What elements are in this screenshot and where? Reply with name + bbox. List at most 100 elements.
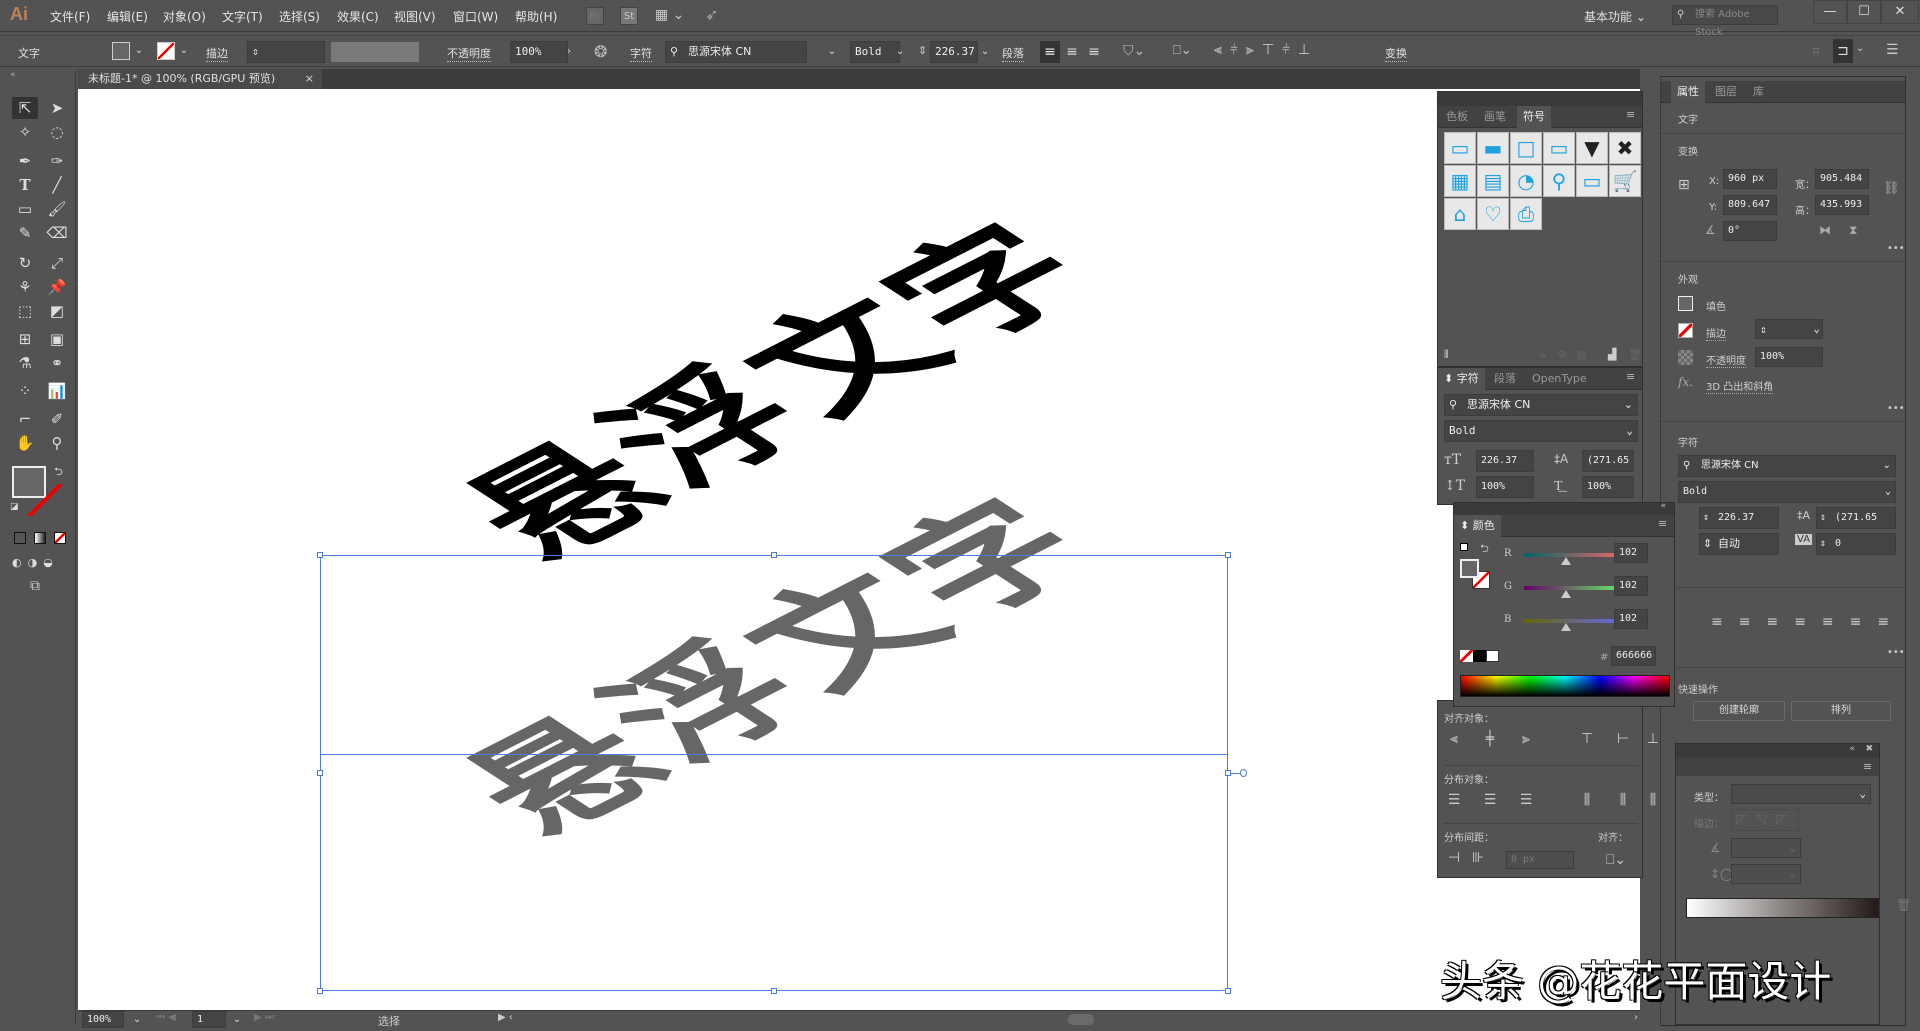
flip-vertical-icon[interactable]: ⧗	[1849, 223, 1857, 238]
g-slider-thumb[interactable]	[1561, 590, 1571, 598]
chevron-down-icon[interactable]: ⌄	[1859, 784, 1866, 804]
char-horizontal-scale-field[interactable]: 100%	[1582, 476, 1634, 498]
tab-symbols[interactable]: 符号	[1517, 106, 1551, 128]
reference-point-icon[interactable]: ⊞	[1678, 177, 1690, 193]
align-top-icon[interactable]: ⊤	[1577, 730, 1597, 748]
horizontal-scrollbar-thumb[interactable]	[1068, 1014, 1094, 1025]
hex-value-field[interactable]: 666666	[1611, 646, 1656, 666]
snap-dropdown-icon[interactable]: ⌄	[1856, 43, 1864, 54]
chevron-down-icon[interactable]: ⌄	[1789, 864, 1796, 884]
panel-menu-icon[interactable]: ≡	[1626, 109, 1638, 121]
perspective-grid-tool[interactable]: ◩	[44, 300, 70, 322]
stepper-icon[interactable]: ⇕	[252, 45, 259, 58]
symbol-button-gradient[interactable]: ▬	[1477, 132, 1509, 164]
document-tab[interactable]: 未标题-1* @ 100% (RGB/GPU 预览) ×	[78, 69, 322, 89]
handle-top-center[interactable]	[771, 552, 777, 558]
paintbrush-tool[interactable]: 🖌	[44, 198, 70, 220]
tab-swatches[interactable]: 色板	[1440, 106, 1474, 128]
align-left-icon[interactable]: ⫷	[1444, 730, 1464, 748]
font-size-stepper[interactable]: ⇕	[918, 44, 927, 57]
vertical-spacing-icon[interactable]: ⊣	[1444, 849, 1464, 867]
r-slider-thumb[interactable]	[1561, 557, 1571, 565]
line-tool[interactable]: ╱	[44, 174, 70, 196]
control-panel-menu-icon[interactable]: ☰	[1886, 42, 1899, 58]
fill-dropdown-icon[interactable]: ⌄	[132, 40, 146, 62]
snap-glyph-button[interactable]: ⊐	[1833, 39, 1853, 63]
b-value-field[interactable]: 102	[1614, 609, 1648, 629]
delete-stop-icon[interactable]: 🗑	[1896, 898, 1911, 912]
paragraph-label[interactable]: 段落	[1002, 45, 1024, 62]
appearance-opacity-field[interactable]: 100%	[1755, 347, 1823, 367]
distribute-top-icon[interactable]: ☰	[1444, 791, 1464, 809]
stepper-icon[interactable]: ⇕	[1820, 508, 1826, 528]
prop-leading-field[interactable]: ⇕ (271.65	[1816, 507, 1896, 529]
appearance-stroke-weight-field[interactable]: ⇕ ⌄	[1755, 319, 1823, 339]
maximize-button[interactable]: ☐	[1847, 0, 1881, 24]
tab-opentype[interactable]: OpenType	[1526, 368, 1593, 390]
menu-effect[interactable]: 效果(C)	[337, 8, 379, 25]
opacity-field[interactable]: 100%	[510, 41, 568, 63]
handle-middle-left[interactable]	[317, 770, 323, 776]
create-outlines-button[interactable]: 创建轮廓	[1693, 701, 1785, 721]
symbol-heart-plus[interactable]: ♡	[1477, 198, 1509, 230]
prop-font-style-field[interactable]: Bold ⌄	[1678, 481, 1896, 503]
appearance-stroke-label[interactable]: 描边	[1706, 325, 1726, 341]
gradient-slider[interactable]	[1686, 898, 1879, 918]
align-buttons-group[interactable]: ⫷⫩⫸⊤⫩⊥	[1214, 42, 1318, 58]
fill-swatch[interactable]	[112, 42, 130, 60]
y-position-field[interactable]: 809.647	[1723, 195, 1777, 215]
gradient-mode-button[interactable]	[34, 532, 46, 544]
shaper-tool[interactable]: ✎	[12, 222, 38, 244]
menu-select[interactable]: 选择(S)	[279, 8, 320, 25]
prop-font-size-field[interactable]: ⇕ 226.37	[1699, 507, 1779, 529]
tab-color[interactable]: ⬍ 颜色	[1454, 515, 1501, 537]
flip-horizontal-icon[interactable]: ⧓	[1819, 223, 1831, 237]
more-options-icon[interactable]: •••	[1887, 403, 1905, 414]
chevron-down-icon[interactable]: ⌄	[1883, 456, 1891, 476]
scroll-right-arrow[interactable]: ›	[1634, 1012, 1638, 1023]
symbol-credit-card[interactable]: ▭	[1576, 165, 1608, 197]
close-panel-icon[interactable]: ✖	[1865, 744, 1873, 754]
slice-tool[interactable]: ✐	[44, 408, 70, 430]
tab-paragraph[interactable]: 段落	[1488, 368, 1522, 390]
chevron-down-icon[interactable]: ⌄	[1885, 482, 1891, 502]
appearance-stroke-swatch[interactable]	[1678, 323, 1693, 338]
handle-top-right[interactable]	[1225, 552, 1231, 558]
char-font-style-field[interactable]: Bold ⌄	[1444, 420, 1638, 442]
font-size-field[interactable]: 226.37	[930, 41, 978, 63]
tab-properties[interactable]: 属性	[1671, 81, 1705, 103]
tab-character[interactable]: ⬍ 字符	[1438, 368, 1485, 390]
first-artboard-button[interactable]: ⏮ ◀	[156, 1012, 176, 1023]
rectangle-tool[interactable]: ▭	[12, 198, 38, 220]
stroke-weight-field[interactable]: ⇕	[247, 41, 325, 63]
column-graph-tool[interactable]: 📊	[44, 380, 70, 402]
chevron-down-icon[interactable]: ⌄	[1813, 319, 1820, 339]
free-transform-tool[interactable]: ⬚	[12, 300, 38, 322]
spacing-value-field[interactable]: 0 px	[1506, 851, 1574, 869]
handle-bottom-right[interactable]	[1225, 988, 1231, 994]
symbol-rss[interactable]: ◔	[1510, 165, 1542, 197]
char-vertical-scale-field[interactable]: 100%	[1476, 476, 1534, 498]
collapse-panel-icon[interactable]: «	[1660, 501, 1666, 511]
color-mode-button[interactable]	[14, 532, 26, 544]
stroke-swatch[interactable]	[157, 42, 175, 60]
font-family-field[interactable]: ⚲ 思源宋体 CN	[665, 41, 807, 63]
artboard-canvas[interactable]: 悬浮文字 悬浮文字	[78, 89, 1640, 1010]
symbol-printer[interactable]: ⎙	[1510, 198, 1542, 230]
paragraph-align-buttons[interactable]: ≡≡≡≡≡≡≡	[1711, 614, 1905, 630]
chevron-down-icon[interactable]: ⌄	[1626, 421, 1633, 441]
stroke-dropdown-icon[interactable]: ⌄	[177, 40, 191, 62]
symbol-dropdown-arrow[interactable]: ▼	[1576, 132, 1608, 164]
align-vertical-center-icon[interactable]: ⊢	[1613, 730, 1633, 748]
next-artboard-button[interactable]: ▶ ⏭	[254, 1012, 274, 1023]
opacity-label[interactable]: 不透明度	[447, 45, 491, 62]
stepper-icon[interactable]: ⇕	[1703, 534, 1712, 554]
gpu-performance-icon[interactable]: ➶	[705, 5, 718, 24]
artboard-number-field[interactable]: 1	[192, 1011, 226, 1028]
close-tab-icon[interactable]: ×	[305, 69, 314, 89]
zoom-level-field[interactable]: 100%	[82, 1011, 124, 1028]
symbol-sprayer-tool[interactable]: ⁘	[12, 380, 38, 402]
minimize-button[interactable]: —	[1813, 0, 1847, 24]
swap-fill-stroke-icon[interactable]: ⮌	[54, 463, 63, 482]
collapse-toolbar-icon[interactable]: «	[10, 70, 16, 80]
